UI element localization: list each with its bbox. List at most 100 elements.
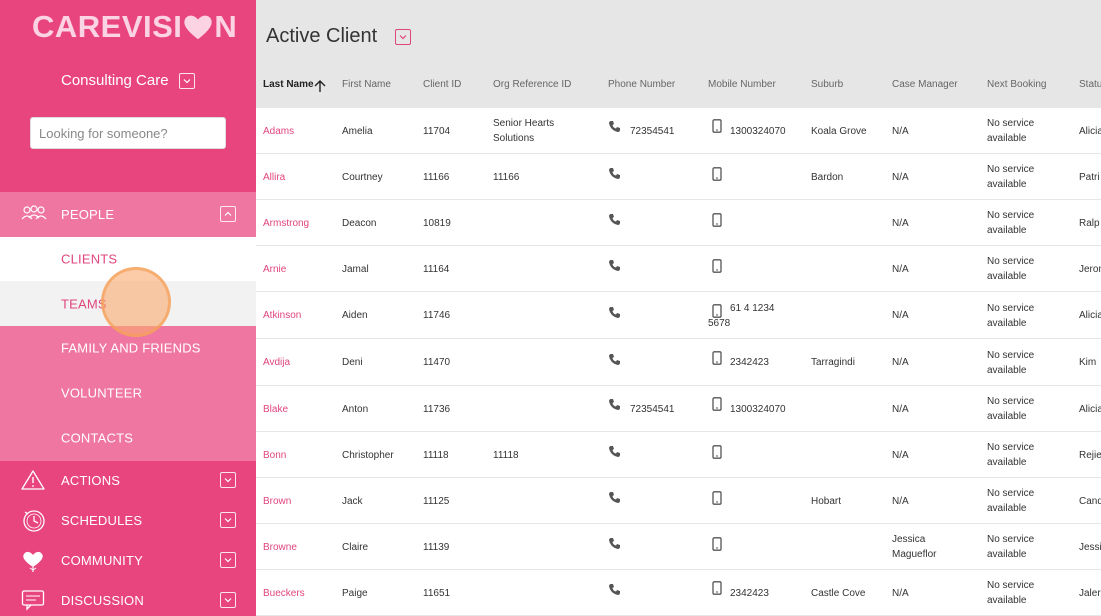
mobile-phone-icon[interactable] bbox=[712, 167, 722, 186]
phone-icon[interactable] bbox=[608, 537, 621, 555]
phone-icon[interactable] bbox=[608, 445, 621, 463]
main-content: Active Client Last Name First Name Clien… bbox=[256, 0, 1101, 616]
phone-icon[interactable] bbox=[608, 306, 621, 324]
people-icon bbox=[21, 205, 47, 220]
nav-community[interactable]: COMMUNITY bbox=[0, 540, 256, 580]
case-manager: N/A bbox=[892, 404, 909, 415]
nav-schedules-label: SCHEDULES bbox=[61, 513, 143, 528]
mobile-phone-icon[interactable] bbox=[712, 445, 722, 464]
client-first-name: Amelia bbox=[342, 126, 373, 137]
phone-icon[interactable] bbox=[608, 259, 621, 277]
sort-ascending-icon[interactable] bbox=[313, 79, 327, 93]
table-row[interactable]: Browne Claire 11139 Jessica Magueflor No ser… bbox=[256, 524, 1101, 570]
mobile-phone-icon[interactable] bbox=[712, 259, 722, 278]
client-last-name-link[interactable]: Browne bbox=[263, 540, 297, 555]
phone-icon[interactable] bbox=[608, 398, 621, 416]
mobile-phone-icon[interactable] bbox=[712, 119, 722, 138]
suburb: Castle Cove bbox=[811, 588, 866, 599]
carevision-logo[interactable]: CAREVISI N bbox=[32, 9, 237, 44]
sidebar: CAREVISI N Consulting Care PEOPLE CLIENT… bbox=[0, 0, 256, 616]
org-reference-id: 11166 bbox=[493, 172, 520, 183]
sidebar-item-contacts[interactable]: CONTACTS bbox=[0, 415, 256, 461]
mobile-phone-icon[interactable] bbox=[712, 537, 722, 556]
client-last-name-link[interactable]: Armstrong bbox=[263, 216, 309, 231]
column-header-next-booking[interactable]: Next Booking bbox=[987, 79, 1046, 90]
client-id: 10819 bbox=[423, 218, 451, 229]
client-last-name-link[interactable]: Adams bbox=[263, 124, 294, 139]
next-booking: No service available bbox=[987, 256, 1035, 282]
table-row[interactable]: Bonn Christopher 11118 11118 N/A No service a… bbox=[256, 432, 1101, 478]
client-last-name-link[interactable]: Avdija bbox=[263, 355, 290, 370]
chevron-down-icon[interactable] bbox=[220, 592, 236, 608]
client-id: 11704 bbox=[423, 126, 451, 137]
phone-icon[interactable] bbox=[608, 167, 621, 185]
org-reference-id: Senior Hearts Solutions bbox=[493, 118, 555, 144]
table-row[interactable]: Allira Courtney 11166 11166 Bardon N/A No serv… bbox=[256, 154, 1101, 200]
table-row[interactable]: Arnie Jamal 11164 N/A No service available Je… bbox=[256, 246, 1101, 292]
nav-schedules[interactable]: SCHEDULES bbox=[0, 500, 256, 540]
search-input[interactable] bbox=[30, 117, 226, 149]
client-last-name-link[interactable]: Allira bbox=[263, 170, 285, 185]
client-first-name: Deacon bbox=[342, 218, 377, 229]
table-row[interactable]: Adams Amelia 11704 Senior Hearts Solutions 7… bbox=[256, 108, 1101, 154]
case-manager: Jessica Magueflor bbox=[892, 534, 937, 560]
column-header-last-name[interactable]: Last Name bbox=[263, 79, 314, 90]
mobile-phone-icon[interactable] bbox=[712, 213, 722, 232]
sidebar-item-volunteer[interactable]: VOLUNTEER bbox=[0, 370, 256, 415]
column-header-case-manager[interactable]: Case Manager bbox=[892, 79, 958, 90]
phone-icon[interactable] bbox=[608, 353, 621, 371]
column-header-suburb[interactable]: Suburb bbox=[811, 79, 843, 90]
chevron-down-icon bbox=[178, 72, 195, 89]
sidebar-item-family-and-friends[interactable]: FAMILY AND FRIENDS bbox=[0, 326, 256, 370]
nav-discussion-label: DISCUSSION bbox=[61, 593, 144, 608]
table-row[interactable]: Brown Jack 11125 Hobart N/A No service availa… bbox=[256, 478, 1101, 524]
column-header-org-reference-id[interactable]: Org Reference ID bbox=[493, 79, 571, 90]
phone-icon[interactable] bbox=[608, 491, 621, 509]
table-row[interactable]: Bueckers Paige 11651 2342423 Castle Cove N/A N… bbox=[256, 570, 1101, 616]
chevron-down-icon[interactable] bbox=[220, 552, 236, 568]
nav-discussion[interactable]: DISCUSSION bbox=[0, 580, 256, 616]
client-last-name-link[interactable]: Bonn bbox=[263, 448, 286, 463]
client-last-name-link[interactable]: Bueckers bbox=[263, 586, 305, 601]
column-header-phone-number[interactable]: Phone Number bbox=[608, 79, 675, 90]
mobile-phone-icon[interactable] bbox=[712, 581, 722, 600]
client-first-name: Jamal bbox=[342, 264, 369, 275]
client-last-name-link[interactable]: Blake bbox=[263, 402, 288, 417]
sidebar-item-teams[interactable]: TEAMS bbox=[0, 281, 256, 326]
sidebar-item-clients[interactable]: CLIENTS bbox=[0, 237, 256, 281]
nav-actions[interactable]: ACTIONS bbox=[0, 460, 256, 500]
chevron-down-icon[interactable] bbox=[220, 472, 236, 488]
status-assignee: Jessi bbox=[1079, 542, 1101, 553]
client-first-name: Christopher bbox=[342, 450, 394, 461]
phone-icon[interactable] bbox=[608, 213, 621, 231]
phone-icon[interactable] bbox=[608, 120, 621, 138]
table-row[interactable]: Avdija Deni 11470 2342423 Tarragindi N/A No se… bbox=[256, 339, 1101, 386]
organization-name: Consulting Care bbox=[61, 72, 169, 89]
table-row[interactable]: Atkinson Aiden 11746 61 4 1234 5678 N/A No se… bbox=[256, 292, 1101, 339]
chevron-down-icon[interactable] bbox=[395, 29, 411, 45]
mobile-number: 1300324070 bbox=[730, 126, 786, 137]
column-header-status[interactable]: Status bbox=[1079, 79, 1101, 90]
organization-selector[interactable]: Consulting Care bbox=[61, 72, 195, 89]
mobile-number: 1300324070 bbox=[730, 404, 786, 415]
mobile-phone-icon[interactable] bbox=[712, 491, 722, 510]
sidebar-item-label: CLIENTS bbox=[61, 251, 118, 267]
client-last-name-link[interactable]: Atkinson bbox=[263, 308, 301, 323]
column-header-first-name[interactable]: First Name bbox=[342, 79, 391, 90]
table-row[interactable]: Blake Anton 11736 72354541 1300324070 N/A No s… bbox=[256, 386, 1101, 432]
chevron-down-icon[interactable] bbox=[220, 512, 236, 528]
chevron-up-icon[interactable] bbox=[220, 206, 236, 222]
phone-icon[interactable] bbox=[608, 583, 621, 601]
client-last-name-link[interactable]: Brown bbox=[263, 494, 291, 509]
nav-people[interactable]: PEOPLE bbox=[0, 192, 256, 237]
mobile-phone-icon[interactable] bbox=[712, 351, 722, 370]
column-header-mobile-number[interactable]: Mobile Number bbox=[708, 79, 776, 90]
column-header-client-id[interactable]: Client ID bbox=[423, 79, 461, 90]
case-manager: N/A bbox=[892, 310, 909, 321]
mobile-phone-icon[interactable] bbox=[712, 397, 722, 416]
client-id: 11166 bbox=[423, 172, 450, 183]
client-last-name-link[interactable]: Arnie bbox=[263, 262, 286, 277]
next-booking: No service available bbox=[987, 164, 1035, 190]
table-row[interactable]: Armstrong Deacon 10819 N/A No service availa… bbox=[256, 200, 1101, 246]
logo-text-prefix: CAREVISI bbox=[32, 9, 183, 44]
